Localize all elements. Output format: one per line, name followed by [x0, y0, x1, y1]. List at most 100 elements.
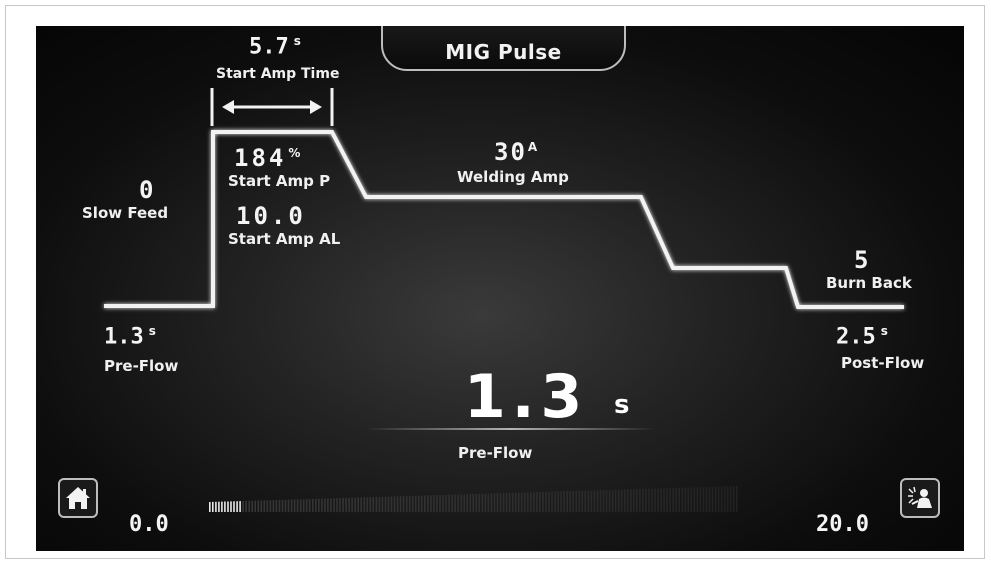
welding-amp-value[interactable]: 30A [494, 138, 539, 166]
value-slider[interactable] [208, 486, 738, 514]
welder-settings-button[interactable] [900, 478, 940, 518]
slider-tick [275, 500, 278, 512]
slider-tick [524, 492, 526, 512]
slider-tick [457, 494, 459, 512]
slider-tick [527, 492, 529, 512]
slider-tick [321, 498, 323, 512]
slider-tick-filled [230, 501, 232, 512]
slider-tick [248, 500, 250, 512]
slider-tick [614, 489, 617, 512]
slider-tick [723, 486, 726, 512]
slider-tick [430, 495, 432, 512]
slider-tick [393, 496, 396, 512]
slider-tick [593, 490, 596, 512]
start-amp-time-value[interactable]: 5.7 s [249, 34, 301, 59]
slider-tick [560, 491, 562, 512]
slider-tick [378, 496, 381, 512]
slider-tick [411, 495, 414, 512]
slider-max-label: 20.0 [816, 512, 869, 537]
slider-tick [472, 494, 475, 512]
start-amp-p-label: Start Amp P [228, 172, 331, 190]
slider-tick [439, 495, 441, 512]
slider-tick [436, 495, 438, 512]
slider-tick [717, 486, 720, 512]
home-button[interactable] [58, 478, 98, 518]
slider-tick [405, 496, 408, 512]
post-flow-value[interactable]: 2.5 s [836, 324, 888, 349]
slider-tick [336, 498, 338, 512]
welder-icon [908, 486, 932, 508]
slider-tick [687, 487, 690, 512]
slider-tick [399, 496, 402, 512]
slider-tick [708, 486, 711, 512]
burn-back-value[interactable]: 5 [854, 246, 868, 274]
slider-tick-filled [236, 501, 238, 512]
selected-value: 1.3 [464, 362, 589, 432]
slider-tick [714, 486, 717, 512]
slider-tick [433, 495, 435, 512]
slider-tick [496, 493, 499, 512]
burn-back-label: Burn Back [826, 274, 912, 292]
slider-tick [542, 491, 544, 512]
slider-tick [660, 488, 662, 512]
slider-tick [587, 490, 590, 512]
slider-tick [363, 497, 366, 512]
slider-tick [533, 492, 535, 512]
slider-tick [511, 492, 514, 512]
slider-tick [499, 493, 502, 512]
slider-tick [520, 492, 523, 512]
slider-tick [366, 497, 369, 512]
slider-tick [342, 498, 344, 512]
slider-tick-filled [212, 501, 214, 512]
slider-tick [308, 499, 311, 512]
slider-tick-filled [209, 502, 211, 512]
slider-tick [418, 495, 420, 512]
slider-tick [608, 489, 611, 512]
slider-tick [448, 494, 450, 512]
slider-tick [351, 497, 353, 512]
slider-tick [324, 498, 326, 512]
slider-tick [563, 491, 565, 512]
slider-tick [690, 487, 693, 512]
slider-tick [596, 490, 599, 512]
slider-tick [387, 496, 390, 512]
slider-tick [396, 496, 399, 512]
slider-tick [339, 498, 341, 512]
slider-tick [605, 490, 608, 512]
slider-tick [287, 499, 290, 512]
slider-tick [357, 497, 359, 512]
slider-tick [581, 490, 584, 512]
slider-tick [693, 487, 696, 512]
slow-feed-value[interactable]: 0 [139, 176, 153, 204]
slider-tick [463, 494, 465, 512]
slider-tick [572, 491, 574, 512]
slider-tick [424, 495, 426, 512]
slider-tick [584, 490, 587, 512]
slider-tick [505, 493, 508, 512]
start-amp-p-value[interactable]: 184% [234, 144, 303, 172]
slider-tick-filled [215, 501, 217, 512]
slider-tick [623, 489, 626, 512]
slider-tick [375, 497, 378, 512]
slider-tick [427, 495, 429, 512]
slider-tick [451, 494, 453, 512]
slider-tick [732, 486, 735, 512]
slider-tick [360, 497, 362, 512]
slider-tick [245, 500, 247, 512]
pre-flow-value[interactable]: 1.3 s [104, 324, 156, 349]
slider-tick [517, 492, 520, 512]
slider-tick [318, 498, 320, 512]
slider-tick [257, 500, 260, 512]
slider-tick [305, 499, 308, 512]
slider-tick [302, 499, 305, 512]
slider-tick [699, 487, 702, 512]
slider-tick [720, 486, 723, 512]
start-amp-al-value[interactable]: 10.0 [236, 202, 306, 230]
slider-tick [590, 490, 593, 512]
slider-tick [566, 491, 568, 512]
figure-frame: MIG Pulse 5.7 s Start Amp Time 184% Start… [5, 5, 985, 559]
slider-tick [602, 490, 605, 512]
post-flow-label: Post-Flow [841, 354, 925, 372]
slider-tick [263, 500, 266, 512]
slider-tick [454, 494, 456, 512]
